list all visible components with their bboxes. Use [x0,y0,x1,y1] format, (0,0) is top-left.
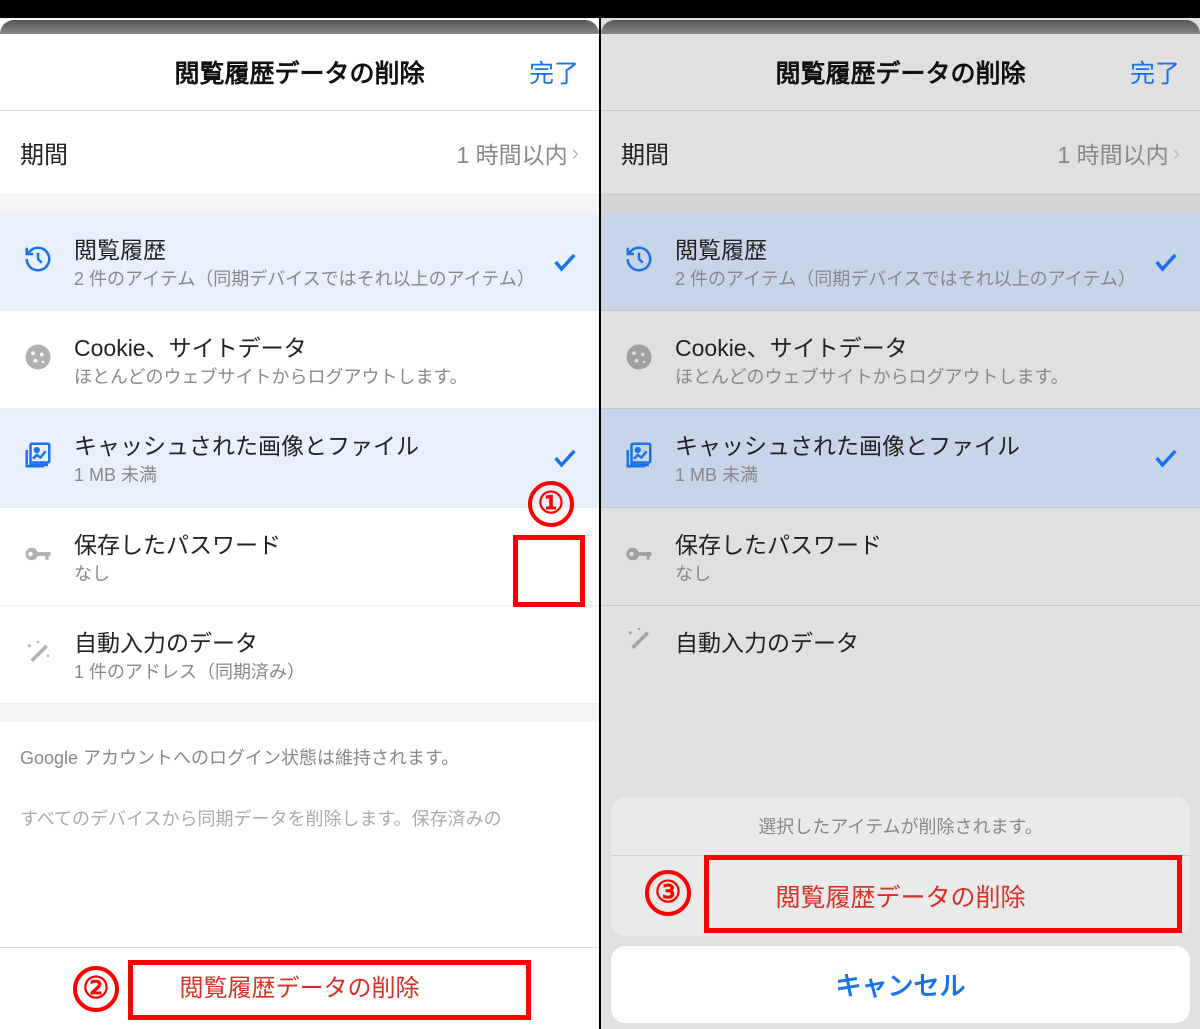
time-range-label: 期間 [621,135,669,170]
item-subtitle: 1 MB 未満 [74,463,533,488]
item-subtitle: ほとんどのウェブサイトからログアウトします。 [675,365,1180,390]
item-title: キャッシュされた画像とファイル [74,427,533,461]
history-icon [621,244,657,279]
page-title: 閲覧履歴データの削除 [619,54,1182,90]
item-title: 自動入力のデータ [74,624,579,658]
key-icon [621,539,657,574]
time-range-row[interactable]: 期間 1 時間以内 › [601,111,1200,195]
wand-icon [621,624,657,659]
nav-header: 閲覧履歴データの削除 完了 [601,34,1200,111]
item-cached-images[interactable]: キャッシュされた画像とファイル 1 MB 未満 [0,409,599,507]
clear-data-button[interactable]: 閲覧履歴データの削除 [0,947,599,1023]
item-title: 自動入力のデータ [675,624,1180,658]
confirm-delete-button[interactable]: 閲覧履歴データの削除 [611,856,1190,936]
item-browsing-history[interactable]: 閲覧履歴 2 件のアイテム（同期デバイスではそれ以上のアイテム） [601,213,1200,311]
chevron-right-icon: › [1173,140,1180,166]
check-icon [551,444,579,472]
page-title: 閲覧履歴データの削除 [18,54,581,90]
sheet-edge [0,20,599,34]
item-title: 閲覧履歴 [74,231,533,265]
footer-note-faded: すべてのデバイスから同期データを削除します。保存済みの [0,795,599,856]
item-subtitle: 1 MB 未満 [675,463,1134,488]
footer-note: Google アカウントへのログイン状態は維持されます。 [0,722,599,795]
item-title: 閲覧履歴 [675,231,1134,265]
item-subtitle: 2 件のアイテム（同期デバイスではそれ以上のアイテム） [74,267,533,292]
item-title: キャッシュされた画像とファイル [675,427,1134,461]
screenshot-left: 閲覧履歴データの削除 完了 期間 1 時間以内 › 閲覧履歴 2 件のアイテム（… [0,0,599,1029]
images-icon [20,440,56,475]
item-subtitle: ほとんどのウェブサイトからログアウトします。 [74,365,579,390]
history-icon [20,244,56,279]
item-browsing-history[interactable]: 閲覧履歴 2 件のアイテム（同期デバイスではそれ以上のアイテム） [0,213,599,311]
check-icon [1152,444,1180,472]
images-icon [621,440,657,475]
status-bar [0,0,599,18]
check-icon [551,248,579,276]
check-icon [1152,248,1180,276]
item-title: Cookie、サイトデータ [74,329,579,363]
item-title: Cookie、サイトデータ [675,329,1180,363]
time-range-value: 1 時間以内 › [456,136,579,170]
wand-icon [20,637,56,672]
item-cached-images[interactable]: キャッシュされた画像とファイル 1 MB 未満 [601,409,1200,507]
screenshot-right: 閲覧履歴データの削除 完了 期間 1 時間以内 › 閲覧履歴 2 件のアイテム（… [601,0,1200,1029]
cancel-button[interactable]: キャンセル [611,946,1190,1023]
item-title: 保存したパスワード [74,526,579,560]
done-button[interactable]: 完了 [1130,54,1180,90]
status-bar [601,0,1200,18]
item-passwords[interactable]: 保存したパスワード なし [601,508,1200,606]
item-passwords[interactable]: 保存したパスワード なし [0,508,599,606]
key-icon [20,539,56,574]
item-cookies[interactable]: Cookie、サイトデータ ほとんどのウェブサイトからログアウトします。 [601,311,1200,409]
item-subtitle: なし [74,562,579,587]
done-button[interactable]: 完了 [529,54,579,90]
item-autofill[interactable]: 自動入力のデータ [601,606,1200,678]
item-subtitle: 1 件のアドレス（同期済み） [74,660,579,685]
nav-header: 閲覧履歴データの削除 完了 [0,34,599,111]
time-range-row[interactable]: 期間 1 時間以内 › [0,111,599,195]
action-sheet-title: 選択したアイテムが削除されます。 [611,797,1190,856]
section-gap [0,704,599,722]
sheet-edge [601,20,1200,34]
time-range-text: 1 時間以内 [456,136,567,170]
item-cookies[interactable]: Cookie、サイトデータ ほとんどのウェブサイトからログアウトします。 [0,311,599,409]
chevron-right-icon: › [572,140,579,166]
item-title: 保存したパスワード [675,526,1180,560]
action-sheet: 選択したアイテムが削除されます。 閲覧履歴データの削除 キャンセル [611,797,1190,1023]
item-autofill[interactable]: 自動入力のデータ 1 件のアドレス（同期済み） [0,606,599,704]
item-subtitle: なし [675,562,1180,587]
section-gap [0,195,599,213]
item-subtitle: 2 件のアイテム（同期デバイスではそれ以上のアイテム） [675,267,1134,292]
time-range-text: 1 時間以内 [1057,136,1168,170]
cookie-icon [621,342,657,377]
cookie-icon [20,342,56,377]
time-range-value: 1 時間以内 › [1057,136,1180,170]
time-range-label: 期間 [20,135,68,170]
section-gap [601,195,1200,213]
